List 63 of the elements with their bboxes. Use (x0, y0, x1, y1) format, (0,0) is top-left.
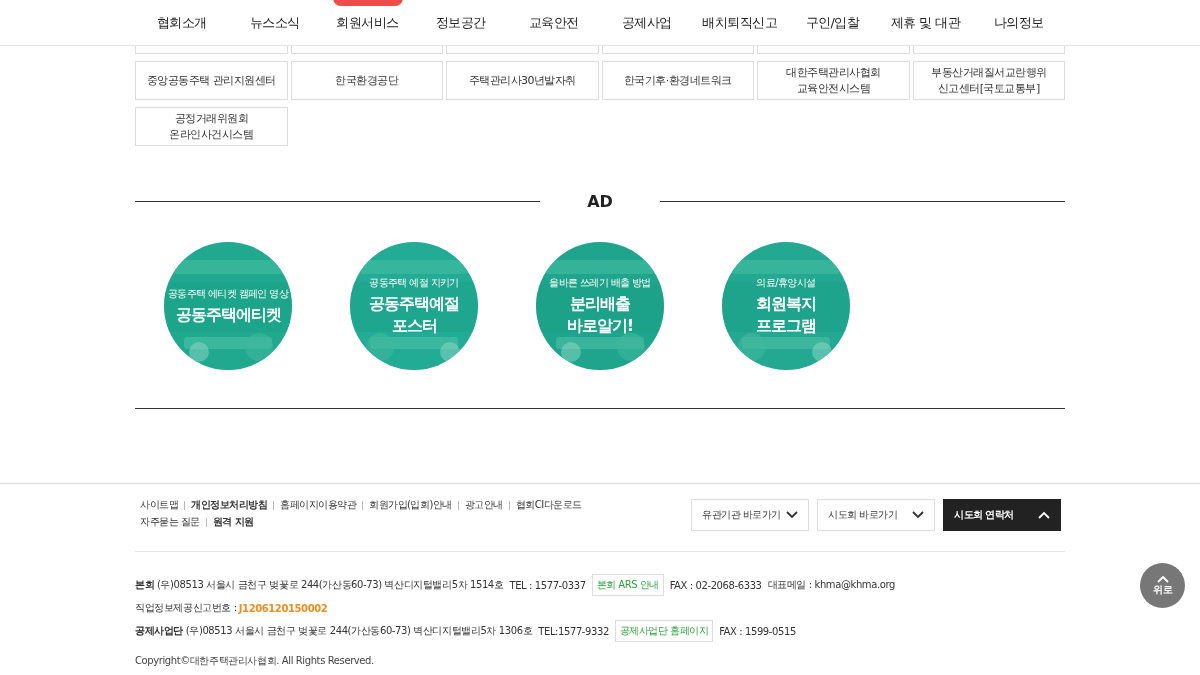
nav-item[interactable]: 구인/입찰 (786, 0, 879, 45)
dropdown-select[interactable]: 유관기관 바로가기 (691, 499, 809, 531)
phone-text: TEL:1577-9332 (538, 625, 609, 637)
link-tile[interactable] (601, 46, 754, 54)
nav-item[interactable]: 정보공간 (414, 0, 507, 45)
banner-subtitle: 공동주택 예절 지키기 (369, 275, 459, 290)
banner-subtitle: 공동주택 에티켓 캠페인 영상 (167, 286, 289, 301)
fax-text: FAX : 02-2068-6333 (669, 579, 762, 591)
footer-link[interactable]: 회원가입(입회)안내 (369, 498, 452, 512)
link-tile[interactable]: 대한주택관리사협회 교육안전시스템 (757, 61, 910, 100)
banner-title: 회원복지 (756, 292, 816, 315)
link-tile[interactable] (135, 46, 288, 54)
footer-link[interactable]: 자주묻는 질문 (140, 515, 200, 529)
footer-link[interactable]: 광고안내 (464, 498, 503, 512)
chevron-up-icon (1156, 574, 1169, 583)
dropdown-select[interactable]: 시도회 바로가기 (817, 499, 935, 531)
email-text: 대표메일 : khma@khma.org (767, 578, 895, 592)
link-tile[interactable]: 부동산거래질서교란행위 신고센터[국토교통부] (912, 61, 1065, 100)
nav-item[interactable]: 교육안전 (507, 0, 600, 45)
fax-text: FAX : 1599-0515 (719, 625, 796, 637)
registration-label: 직업정보제공신고번호 : (135, 601, 237, 615)
phone-text: TEL : 1577-0337 (509, 579, 586, 591)
link-tile[interactable] (446, 46, 599, 54)
footer-link[interactable]: 원격 지원 (212, 515, 254, 529)
footer-link[interactable]: 사이트맵 (140, 498, 178, 512)
nav-item[interactable]: 제휴 및 대관 (879, 0, 972, 45)
nav-item[interactable]: 나의정보 (972, 0, 1065, 45)
nav-item[interactable]: 뉴스소식 (228, 0, 321, 45)
footer-link[interactable]: 홈페이지이용약관 (280, 498, 356, 512)
link-tile[interactable]: 한국기후·환경네트워크 (601, 61, 754, 100)
footer-link[interactable]: 협회CI다운로드 (515, 498, 582, 512)
scroll-top-button[interactable]: 위로 (1140, 563, 1185, 608)
registration-number: J1206120150002 (238, 602, 328, 614)
banner-title: 프로그램 (756, 314, 816, 337)
banner-title: 공동주택에티켓 (175, 303, 281, 326)
nav-item[interactable]: 공제사업 (600, 0, 693, 45)
copyright-text: Copyright©대한주택관리사협회. All Rights Reserved. (135, 654, 375, 668)
chevron-up-icon (1038, 511, 1050, 519)
link-tile[interactable] (912, 46, 1065, 54)
link-tile[interactable]: 주택관리사30년발자취 (446, 61, 599, 100)
link-tile[interactable]: 중앙공동주택 관리지원센터 (135, 61, 288, 100)
homepage-button[interactable]: 공제사업단 홈페이지 (614, 620, 714, 642)
banner-title: 공동주택예절 (369, 292, 459, 315)
chevron-down-icon (786, 511, 798, 519)
link-tile[interactable] (290, 46, 443, 54)
nav-item[interactable]: 협회소개 (135, 0, 228, 45)
address-text: 공제사업단 (우)08513 서울시 금천구 벚꽃로 244(가산동60-73) 벽산디지털밸리5차 1306호 (135, 624, 533, 638)
footer-link[interactable]: 개인정보처리방침 (191, 498, 267, 512)
link-tile[interactable]: 한국환경공단 (290, 61, 443, 100)
nav-item[interactable]: 배치퇴직신고 (693, 0, 786, 45)
dropdown-select[interactable]: 시도회 연락처 (943, 499, 1061, 531)
ad-heading: AD (586, 192, 614, 211)
address-text: 본회 (우)08513 서울시 금천구 벚꽃로 244(가산동60-73) 벽산디지털밸리5차 1514호 (135, 578, 504, 592)
chevron-down-icon (912, 511, 924, 519)
link-tile[interactable]: 공정거래위원회 온라인사건시스템 (135, 107, 288, 146)
link-tile[interactable] (757, 46, 910, 54)
banner-title: 포스터 (391, 314, 437, 337)
nav-item[interactable]: 회원서비스 (321, 0, 414, 45)
banner-title: 분리배출 (570, 292, 630, 315)
banner-subtitle: 의료/휴양시설 (756, 275, 816, 290)
banner-title: 바로알기! (566, 314, 634, 337)
ars-guide-button[interactable]: 본회 ARS 안내 (591, 574, 664, 596)
banner-subtitle: 올바른 쓰레기 배출 방법 (549, 275, 651, 290)
